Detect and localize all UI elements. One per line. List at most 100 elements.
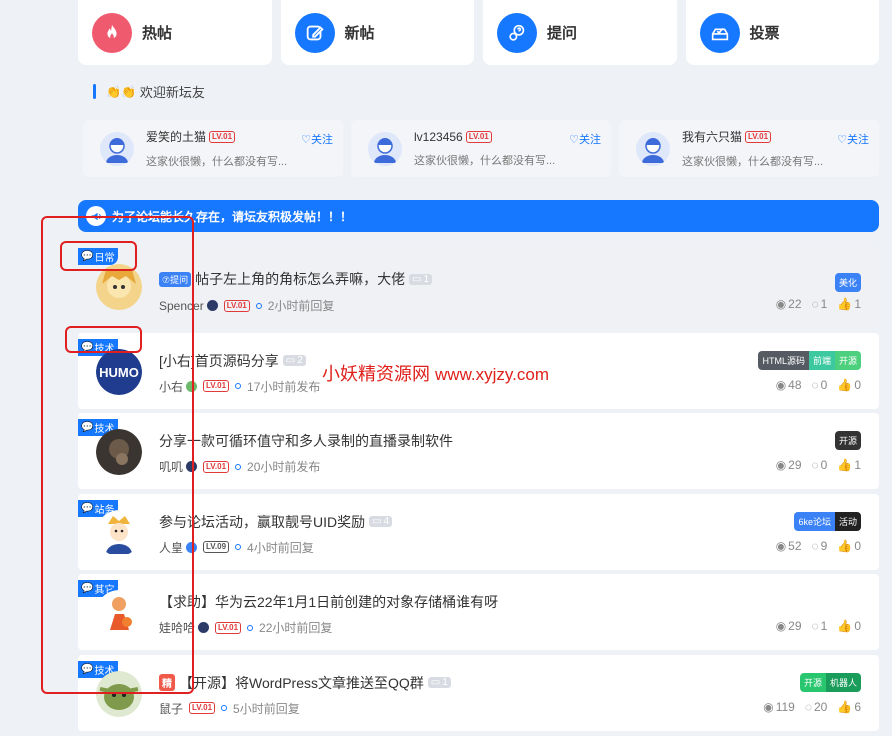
quick-nav: 热帖 新帖 提问 投票 — [78, 0, 879, 65]
nav-questions[interactable]: 提问 — [483, 0, 677, 65]
follow-button[interactable]: ♡关注 — [837, 131, 869, 147]
follow-button[interactable]: ♡关注 — [569, 131, 601, 147]
user-badge-icon — [198, 622, 210, 634]
post-title[interactable]: 【求助】华为云22年1月1日前创建的对象存储桶谁有呀 — [159, 592, 498, 612]
level-badge: LV.09 — [203, 541, 230, 554]
post-label[interactable]: 机器人 — [825, 672, 861, 692]
likes-stat[interactable]: 👍 1 — [837, 297, 861, 311]
post-time: 20小时前发布 — [247, 460, 321, 475]
post-item[interactable]: 💬 站务 参与论坛活动，赢取靓号UID奖励 ▭ 4 人皇 LV.09 4小时前回复 6ke论坛活… — [78, 493, 879, 570]
post-label[interactable]: 开源 — [834, 431, 861, 451]
avatar[interactable] — [368, 131, 402, 166]
post-stats: ◉ 119 ◌ 20 👍 6 — [763, 700, 861, 714]
highlight-box — [60, 241, 137, 271]
thumbs-up-icon: 👍 — [837, 377, 853, 392]
thumbs-up-icon: 👍 — [837, 297, 853, 311]
image-count: 2 — [297, 355, 303, 367]
post-title-row[interactable]: 精【开源】将WordPress文章推送至QQ群 ▭ 1 — [159, 673, 451, 693]
post-label[interactable]: 前端 — [808, 350, 835, 370]
nav-label: 新帖 — [344, 25, 375, 42]
views-stat: ◉ 52 — [775, 538, 802, 553]
user-name[interactable]: lv123456 — [414, 130, 463, 144]
dot-separator — [221, 705, 228, 712]
dot-separator — [255, 302, 262, 309]
image-count: 1 — [442, 677, 448, 689]
highlight-box — [65, 326, 142, 353]
post-time: 17小时前发布 — [247, 379, 321, 394]
post-title[interactable]: 帖子左上角的角标怎么弄嘛，大佬 — [195, 269, 405, 289]
nav-label: 热帖 — [142, 25, 173, 42]
user-desc: 这家伙很懒，什么都没有写... — [146, 156, 288, 168]
watermark: 小妖精资源网 www.xyjzy.com — [322, 360, 549, 386]
comments-stat: ◌ 1 — [811, 297, 828, 311]
post-meta: 鼠子 LV.01 5小时前回复 — [159, 700, 300, 717]
new-users-list: 爱笑的土猫 LV.01 这家伙很懒，什么都没有写... ♡关注 lv123456 L… — [83, 120, 879, 177]
post-label[interactable]: 6ke论坛 — [794, 511, 835, 531]
post-label[interactable]: 活动 — [834, 511, 861, 531]
level-badge: LV.01 — [203, 380, 230, 393]
likes-stat[interactable]: 👍 0 — [837, 619, 861, 633]
post-title-row[interactable]: ⑦提问 帖子左上角的角标怎么弄嘛，大佬 ▭ 1 — [159, 269, 433, 289]
user-card[interactable]: lv123456 LV.01 这家伙很懒，什么都没有写... ♡关注 — [351, 120, 611, 177]
post-stats: ◉ 29 ◌ 1 👍 0 — [776, 619, 861, 633]
post-title[interactable]: 【开源】将WordPress文章推送至QQ群 — [179, 673, 424, 693]
user-card[interactable]: 爱笑的土猫 LV.01 这家伙很懒，什么都没有写... ♡关注 — [83, 120, 343, 177]
likes-stat[interactable]: 👍 6 — [837, 700, 861, 714]
post-item[interactable]: 💬 技术精【开源】将WordPress文章推送至QQ群 ▭ 1 鼠子 LV.01 5小时前回… — [78, 654, 879, 731]
nav-vote[interactable]: 投票 — [685, 0, 879, 65]
thumbs-up-icon: 👍 — [837, 458, 853, 473]
level-badge: LV.01 — [215, 621, 242, 634]
announcement-bar[interactable]: 为了论坛能长久存在，请坛友积极发帖！！！ — [78, 200, 879, 232]
likes-stat[interactable]: 👍 1 — [837, 458, 861, 472]
post-label[interactable]: 开源 — [834, 350, 861, 370]
comments-stat: ◌ 0 — [811, 458, 828, 473]
question-icon — [497, 12, 537, 53]
dot-separator — [235, 544, 242, 551]
user-desc: 这家伙很懒，什么都没有写... — [414, 154, 556, 167]
comment-icon: ◌ — [804, 699, 812, 714]
views-stat: ◉ 22 — [775, 297, 802, 311]
views-stat: ◉ 119 — [763, 699, 795, 714]
user-name[interactable]: 我有六只猫 — [682, 128, 742, 145]
views-stat: ◉ 48 — [775, 377, 802, 392]
comment-icon: ◌ — [811, 458, 819, 473]
eye-icon: ◉ — [775, 619, 787, 634]
nav-new-posts[interactable]: 新帖 — [280, 0, 474, 65]
watermark-url: www.xyjzy.com — [435, 365, 549, 384]
post-time: 4小时前回复 — [247, 540, 314, 555]
user-card[interactable]: 我有六只猫 LV.01 这家伙很懒，什么都没有写... ♡关注 — [619, 120, 879, 177]
avatar[interactable] — [636, 131, 670, 166]
dot-separator — [235, 383, 242, 390]
fire-icon — [92, 12, 132, 53]
post-label[interactable]: 开源 — [799, 672, 826, 692]
level-badge: LV.01 — [203, 460, 230, 473]
post-title[interactable]: 分享一款可循环值守和多人录制的直播录制软件 — [159, 431, 453, 451]
nav-hot-posts[interactable]: 热帖 — [78, 0, 272, 65]
eye-icon: ◉ — [763, 699, 774, 714]
post-title-row[interactable]: 分享一款可循环值守和多人录制的直播录制软件 — [159, 431, 453, 451]
post-label[interactable]: 美化 — [834, 273, 861, 292]
post-item[interactable]: 💬 日常 ⑦提问 帖子左上角的角标怎么弄嘛，大佬 ▭ 1 Spencer LV.01 2小时前回… — [78, 242, 879, 328]
comment-icon: ◌ — [811, 619, 819, 634]
post-item[interactable]: 💬 技术 分享一款可循环值守和多人录制的直播录制软件 叽叽 LV.01 20小时前发布 开源… — [78, 413, 879, 490]
comments-stat: ◌ 9 — [811, 538, 828, 553]
section-title: 欢迎新坛友 — [139, 85, 205, 100]
highlight-box — [41, 216, 194, 694]
avatar[interactable] — [100, 131, 134, 166]
user-name[interactable]: 爱笑的土猫 — [146, 128, 206, 145]
follow-button[interactable]: ♡关注 — [301, 131, 333, 147]
likes-stat[interactable]: 👍 0 — [837, 539, 861, 553]
post-item[interactable]: 💬 其它 【求助】华为云22年1月1日前创建的对象存储桶谁有呀 娃哈哈 LV.01 22小… — [78, 574, 879, 651]
post-title-row[interactable]: 【求助】华为云22年1月1日前创建的对象存储桶谁有呀 — [159, 592, 498, 612]
comment-icon: ◌ — [811, 297, 819, 311]
author-name[interactable]: 鼠子 — [159, 700, 183, 717]
nav-label: 提问 — [547, 25, 578, 42]
edit-icon — [294, 12, 335, 53]
post-time: 5小时前回复 — [233, 701, 300, 716]
post-labels: 美化 — [834, 273, 861, 292]
image-icon: ▭ — [430, 677, 441, 689]
post-label[interactable]: HTML源码 — [758, 350, 809, 370]
likes-stat[interactable]: 👍 0 — [837, 378, 861, 392]
post-stats: ◉ 48 ◌ 0 👍 0 — [776, 378, 861, 392]
post-labels: 开源 机器人 — [799, 672, 861, 692]
